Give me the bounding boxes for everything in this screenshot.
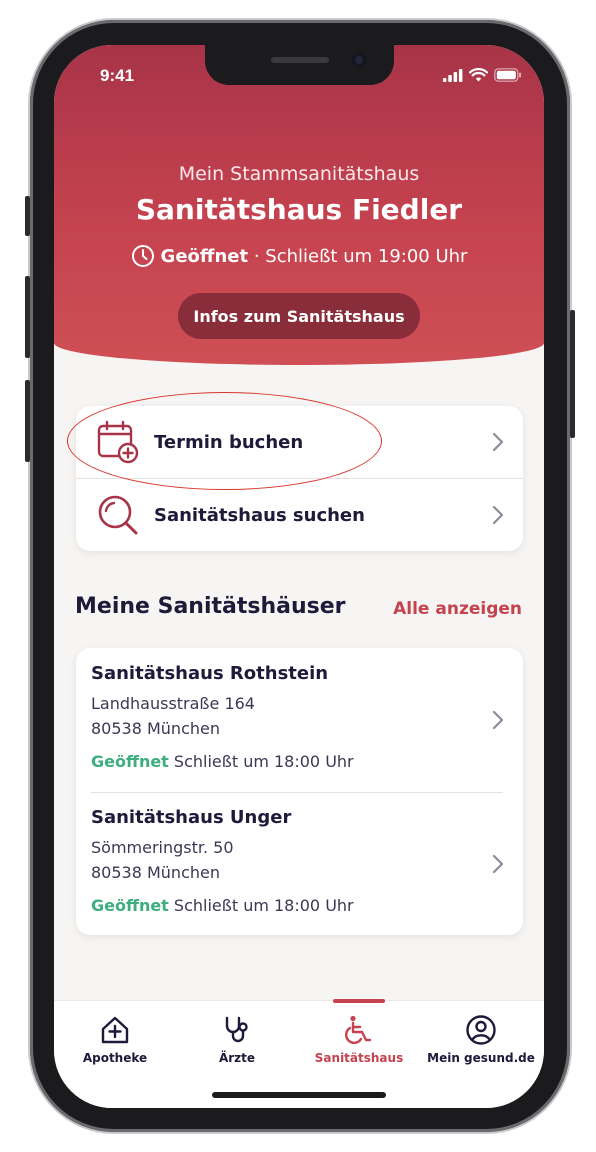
signal-icon (443, 68, 463, 82)
tab-mein-gesund[interactable]: Mein gesund.de (420, 1001, 542, 1071)
store-item-street: Landhausstraße 164 (91, 694, 255, 713)
search-icon (98, 495, 138, 535)
chevron-right-icon (492, 505, 504, 525)
tab-label: Sanitätshaus (314, 1051, 404, 1065)
search-store-label: Sanitätshaus suchen (154, 504, 365, 526)
store-item-city: 80538 München (91, 719, 220, 738)
speaker (271, 57, 329, 63)
wheelchair-icon (345, 1015, 372, 1044)
profile-icon (466, 1015, 496, 1045)
opening-status: Geöffnet · Schließt um 19:00 Uhr (54, 244, 544, 268)
volume-down-button (25, 380, 30, 462)
status-bar: 9:41 (54, 65, 544, 89)
store-item-status: Geöffnet Schließt um 18:00 Uhr (91, 752, 354, 771)
search-store-button[interactable]: Sanitätshaus suchen (76, 478, 523, 551)
tab-aerzte[interactable]: Ärzte (176, 1001, 298, 1071)
active-tab-indicator (333, 999, 385, 1003)
tab-apotheke[interactable]: Apotheke (54, 1001, 176, 1071)
store-item-status: Geöffnet Schließt um 18:00 Uhr (91, 896, 354, 915)
home-indicator (212, 1092, 386, 1098)
store-list-item[interactable]: Sanitätshaus Rothstein Landhausstraße 16… (76, 648, 523, 792)
store-item-closing: Schließt um 18:00 Uhr (173, 752, 354, 771)
see-all-link[interactable]: Alle anzeigen (393, 599, 522, 619)
store-item-name: Sanitätshaus Unger (91, 807, 292, 828)
store-item-city: 80538 München (91, 863, 220, 882)
app-screen: 9:41 Mein Stammsanitätshaus Sanitätshaus… (54, 45, 544, 1108)
store-item-open: Geöffnet (91, 752, 169, 771)
tab-label: Apotheke (82, 1051, 148, 1065)
power-button (570, 310, 575, 438)
tab-label: Ärzte (218, 1051, 256, 1065)
clock-icon (131, 245, 154, 267)
pharmacy-home-icon (101, 1016, 129, 1044)
store-item-street: Sömmeringstr. 50 (91, 838, 234, 857)
store-item-address: Landhausstraße 164 80538 München (91, 691, 255, 741)
store-subtitle: Mein Stammsanitätshaus (178, 163, 420, 185)
tab-sanitaetshaus[interactable]: Sanitätshaus (298, 999, 420, 1071)
mute-switch (25, 196, 30, 236)
volume-up-button (25, 276, 30, 358)
chevron-right-icon (492, 854, 504, 874)
store-list-item[interactable]: Sanitätshaus Unger Sömmeringstr. 50 8053… (76, 792, 523, 936)
wifi-icon (469, 68, 488, 82)
stethoscope-icon (225, 1016, 248, 1043)
store-item-closing: Schließt um 18:00 Uhr (173, 896, 354, 915)
status-time: 9:41 (100, 66, 135, 85)
store-item-address: Sömmeringstr. 50 80538 München (91, 835, 234, 885)
store-name: Sanitätshaus Fiedler (135, 193, 463, 226)
annotation-ellipse (67, 392, 382, 490)
open-state: Geöffnet (160, 245, 249, 267)
store-info-button[interactable]: Infos zum Sanitätshaus (178, 293, 420, 339)
my-stores-title: Meine Sanitätshäuser (75, 594, 346, 619)
battery-icon (494, 68, 521, 82)
store-item-open: Geöffnet (91, 896, 169, 915)
closing-info: · Schließt um 19:00 Uhr (248, 245, 468, 267)
store-item-name: Sanitätshaus Rothstein (91, 663, 329, 684)
chevron-right-icon (492, 710, 504, 730)
tab-label: Mein gesund.de (427, 1051, 535, 1065)
my-stores-list: Sanitätshaus Rothstein Landhausstraße 16… (76, 648, 523, 935)
chevron-right-icon (492, 432, 504, 452)
status-icons (443, 68, 522, 82)
